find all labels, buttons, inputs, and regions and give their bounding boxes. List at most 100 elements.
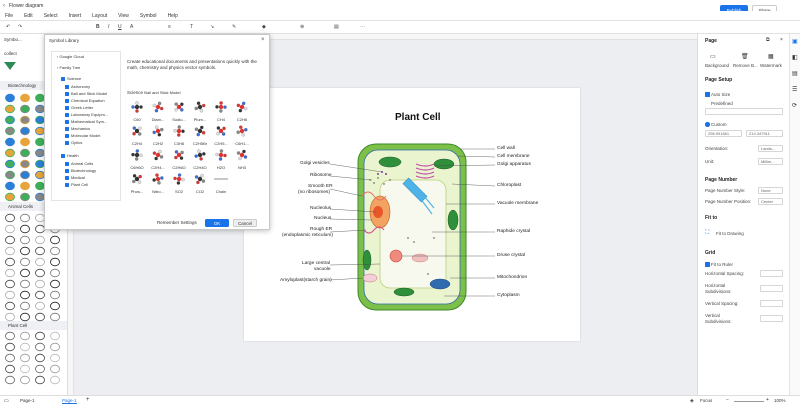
symbol-thumb[interactable] <box>20 93 30 103</box>
symbol-thumb[interactable] <box>5 192 15 202</box>
tree-item-biotechnology[interactable]: Biotechnology <box>71 168 96 173</box>
symbol-thumb[interactable] <box>50 331 60 341</box>
cancel-button[interactable]: Cancel <box>233 219 257 227</box>
symbol-thumb[interactable] <box>35 375 45 385</box>
page-number-style-select[interactable]: None <box>758 187 783 194</box>
checkbox-greek-letter[interactable] <box>65 105 69 110</box>
layers-icon[interactable]: ☰ <box>792 86 797 93</box>
symbol-thumb[interactable] <box>20 181 30 191</box>
tree-item-optics[interactable]: Optics <box>71 140 82 145</box>
zoom-out-icon[interactable]: − <box>726 397 729 403</box>
checkbox-molecular-model[interactable] <box>65 133 69 138</box>
history-icon[interactable]: ⟳ <box>792 102 797 109</box>
tree-item-ball-and-stick[interactable]: Ball and Stick Model <box>71 91 107 96</box>
menu-select[interactable]: Select <box>44 13 58 19</box>
symbol-thumb[interactable] <box>5 93 15 103</box>
undo-icon[interactable]: ↶ <box>6 24 10 30</box>
symbol-thumb[interactable] <box>20 224 30 234</box>
symbol-thumb[interactable] <box>50 353 60 363</box>
checkbox-math-symbols[interactable] <box>65 119 69 124</box>
italic-icon[interactable]: I <box>108 24 109 30</box>
symbol-thumb[interactable] <box>20 148 30 158</box>
symbol-chain[interactable]: Chain <box>214 178 228 194</box>
checkbox-science[interactable] <box>61 76 65 81</box>
symbol-c60[interactable]: C60 <box>131 101 143 122</box>
symbol-thumb[interactable] <box>5 137 15 147</box>
symbol-thumb[interactable] <box>5 235 15 245</box>
symbol-thumb[interactable] <box>20 115 30 125</box>
symbol-thumb[interactable] <box>35 268 45 278</box>
symbol-thumb[interactable] <box>50 301 60 311</box>
tool-remove-background[interactable]: Remove B... <box>733 63 758 68</box>
symbol-thumb[interactable] <box>5 257 15 267</box>
symbol-thumb[interactable] <box>50 290 60 300</box>
symbol-thumb[interactable] <box>5 126 15 136</box>
zoom-icon[interactable]: ⊕ <box>300 24 304 30</box>
symbol-thumb[interactable] <box>5 148 15 158</box>
symbol-thumb[interactable] <box>20 331 30 341</box>
symbol-thumb[interactable] <box>20 257 30 267</box>
symbol-c3h6[interactable]: C3H6 <box>173 125 185 146</box>
symbol-c2h5br[interactable]: C2H5Br <box>193 125 208 146</box>
checkbox-optics[interactable] <box>65 140 69 145</box>
symbol-thumb[interactable] <box>35 312 45 322</box>
bold-icon[interactable]: B <box>96 24 100 30</box>
menu-symbol[interactable]: Symbol <box>140 13 157 19</box>
horizontal-spacing-input[interactable] <box>760 270 783 277</box>
symbol-c2h6o[interactable]: C2H6O <box>172 150 186 170</box>
symbol-thumb[interactable] <box>5 181 15 191</box>
symbol-thumb[interactable] <box>20 290 30 300</box>
close-icon[interactable]: × <box>261 37 265 43</box>
menu-help[interactable]: Help <box>168 13 178 19</box>
symbol-c2h4-[interactable]: C2H4... <box>151 149 165 170</box>
symbol-thumb[interactable] <box>5 279 15 289</box>
vertical-spacing-input[interactable] <box>760 300 783 307</box>
symbol-thumb[interactable] <box>20 159 30 169</box>
symbol-thumb[interactable] <box>50 312 60 322</box>
symbol-so2[interactable]: SO2 <box>173 173 185 194</box>
page-number-position-select[interactable]: Center <box>758 198 783 205</box>
vertical-subdivisions-input[interactable] <box>760 315 783 322</box>
symbol-co2[interactable]: CO2 <box>194 173 206 194</box>
auto-size-checkbox[interactable] <box>705 92 710 97</box>
menu-layout[interactable]: Layout <box>92 13 107 19</box>
image-icon[interactable]: ▤ <box>792 70 798 77</box>
symbol-thumb[interactable] <box>20 279 30 289</box>
predefined-select[interactable] <box>705 108 783 115</box>
checkbox-health[interactable] <box>61 153 65 158</box>
plant-cell-diagram[interactable] <box>244 88 580 341</box>
focus-button[interactable]: Focus <box>700 398 712 403</box>
molecule-symbol-grid[interactable]: C60 Diam... Sodiu... Plum... CH4 C2H6 C2H4 C2H2… <box>127 97 267 197</box>
tree-item-molecular-model[interactable]: Molecular Model <box>71 133 100 138</box>
symbol-thumb[interactable] <box>35 331 45 341</box>
redo-icon[interactable]: ↷ <box>18 24 22 30</box>
add-page-icon[interactable]: + <box>86 397 90 403</box>
symbol-thumb[interactable] <box>35 342 45 352</box>
symbol-thumb[interactable] <box>5 331 15 341</box>
symbol-plum-[interactable]: Plum... <box>194 101 206 122</box>
checkbox-lab-equipment[interactable] <box>65 112 69 117</box>
tree-item-animal-cells[interactable]: Animal Cells <box>71 161 93 166</box>
layer-icon[interactable]: ▤ <box>334 24 339 30</box>
symbol-c2h4o[interactable]: C2H4O <box>193 149 207 170</box>
symbol-thumb[interactable] <box>20 126 30 136</box>
watermark-icon[interactable]: ▦ <box>768 53 774 60</box>
symbol-c2h2[interactable]: C2H2 <box>152 125 164 146</box>
symbol-nitro-[interactable]: Nitro... <box>152 173 164 194</box>
symbol-thumb[interactable] <box>50 235 60 245</box>
symbol-c2h4[interactable]: C2H4 <box>132 126 143 146</box>
checkbox-ball-and-stick[interactable] <box>65 91 69 96</box>
symbol-thumb[interactable] <box>20 104 30 114</box>
remember-settings[interactable]: Remember Settings <box>157 220 197 225</box>
symbol-thumb[interactable] <box>20 364 30 374</box>
page-width-input[interactable]: 296.991661 <box>705 130 742 137</box>
underline-icon[interactable]: U <box>118 24 122 30</box>
symbol-thumb[interactable] <box>35 279 45 289</box>
symbol-c2h6[interactable]: C2H6 <box>236 101 248 122</box>
active-page-tab[interactable]: Page-1 <box>62 398 77 404</box>
symbol-nh3[interactable]: NH3 <box>236 149 248 170</box>
symbol-thumb[interactable] <box>50 257 60 267</box>
zoom-level[interactable]: 100% <box>774 398 786 403</box>
tree-item-family-tree[interactable]: › Family Tree <box>57 65 80 70</box>
symbol-thumb[interactable] <box>5 115 15 125</box>
